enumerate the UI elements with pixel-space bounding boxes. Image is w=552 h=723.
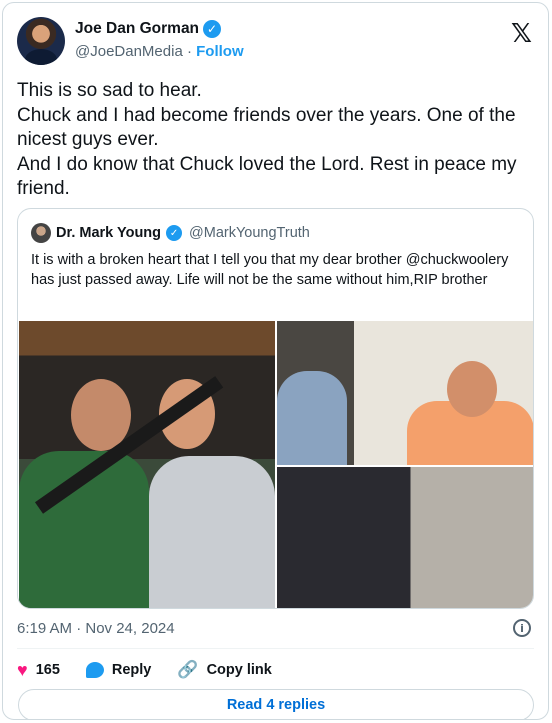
reply-label: Reply [111, 662, 152, 678]
photo-men-in-suits[interactable] [277, 467, 533, 608]
author-handle[interactable]: @JoeDanMedia [75, 43, 183, 60]
photo-two-men-with-rifle[interactable] [19, 321, 275, 608]
quoted-tweet[interactable]: Dr. Mark Young ✓ @MarkYoungTruth It is w… [17, 208, 534, 609]
reply-bubble-icon [85, 662, 104, 678]
x-logo-icon[interactable]: 𝕏 [511, 19, 532, 49]
author-display-name[interactable]: Joe Dan Gorman [75, 20, 199, 38]
quoted-text: It is with a broken heart that I tell yo… [31, 252, 509, 288]
photo-figure-left [277, 371, 347, 465]
tweet-line: And I do know that Chuck loved the Lord.… [17, 153, 517, 200]
reply-button[interactable]: Reply [85, 662, 152, 678]
verified-badge-icon: ✓ [203, 20, 222, 38]
divider [17, 648, 534, 649]
tweet-text: This is so sad to hear. Chuck and I had … [17, 79, 532, 202]
heart-icon: ♥ [17, 659, 28, 680]
author-handle-row: @JoeDanMedia · Follow [75, 43, 244, 60]
follow-link[interactable]: Follow [196, 43, 244, 60]
author-name-row: Joe Dan Gorman ✓ [75, 20, 222, 38]
author-avatar[interactable] [17, 17, 65, 65]
photo-head [447, 361, 497, 417]
quoted-author-avatar [31, 223, 51, 243]
action-bar: ♥ 165 Reply 🔗 Copy link [17, 658, 298, 682]
tweet-line: This is so sad to hear. [17, 80, 202, 101]
photo-man-sunglasses[interactable] [277, 321, 533, 465]
tweet-line: Chuck and I had become friends over the … [17, 104, 516, 151]
quoted-handle: @MarkYoungTruth [189, 225, 310, 241]
tweet-header: Joe Dan Gorman ✓ @JoeDanMedia · Follow 𝕏 [17, 17, 534, 67]
quoted-header: Dr. Mark Young ✓ @MarkYoungTruth [31, 223, 310, 243]
link-icon: 🔗 [177, 660, 199, 680]
tweet-timestamp[interactable]: 6:19 AM · Nov 24, 2024 [17, 620, 175, 637]
info-icon[interactable]: i [513, 619, 531, 637]
photo-figure-right [149, 456, 275, 608]
like-count: 165 [35, 662, 60, 678]
quoted-display-name: Dr. Mark Young [56, 225, 162, 241]
copy-link-button[interactable]: 🔗 Copy link [177, 660, 271, 680]
separator-dot: · [186, 43, 192, 60]
tweet-card: Joe Dan Gorman ✓ @JoeDanMedia · Follow 𝕏… [2, 2, 549, 720]
copy-link-label: Copy link [206, 662, 272, 678]
read-replies-button[interactable]: Read 4 replies [18, 689, 534, 719]
quoted-verified-badge-icon: ✓ [166, 225, 183, 241]
like-button[interactable]: ♥ 165 [17, 660, 60, 681]
